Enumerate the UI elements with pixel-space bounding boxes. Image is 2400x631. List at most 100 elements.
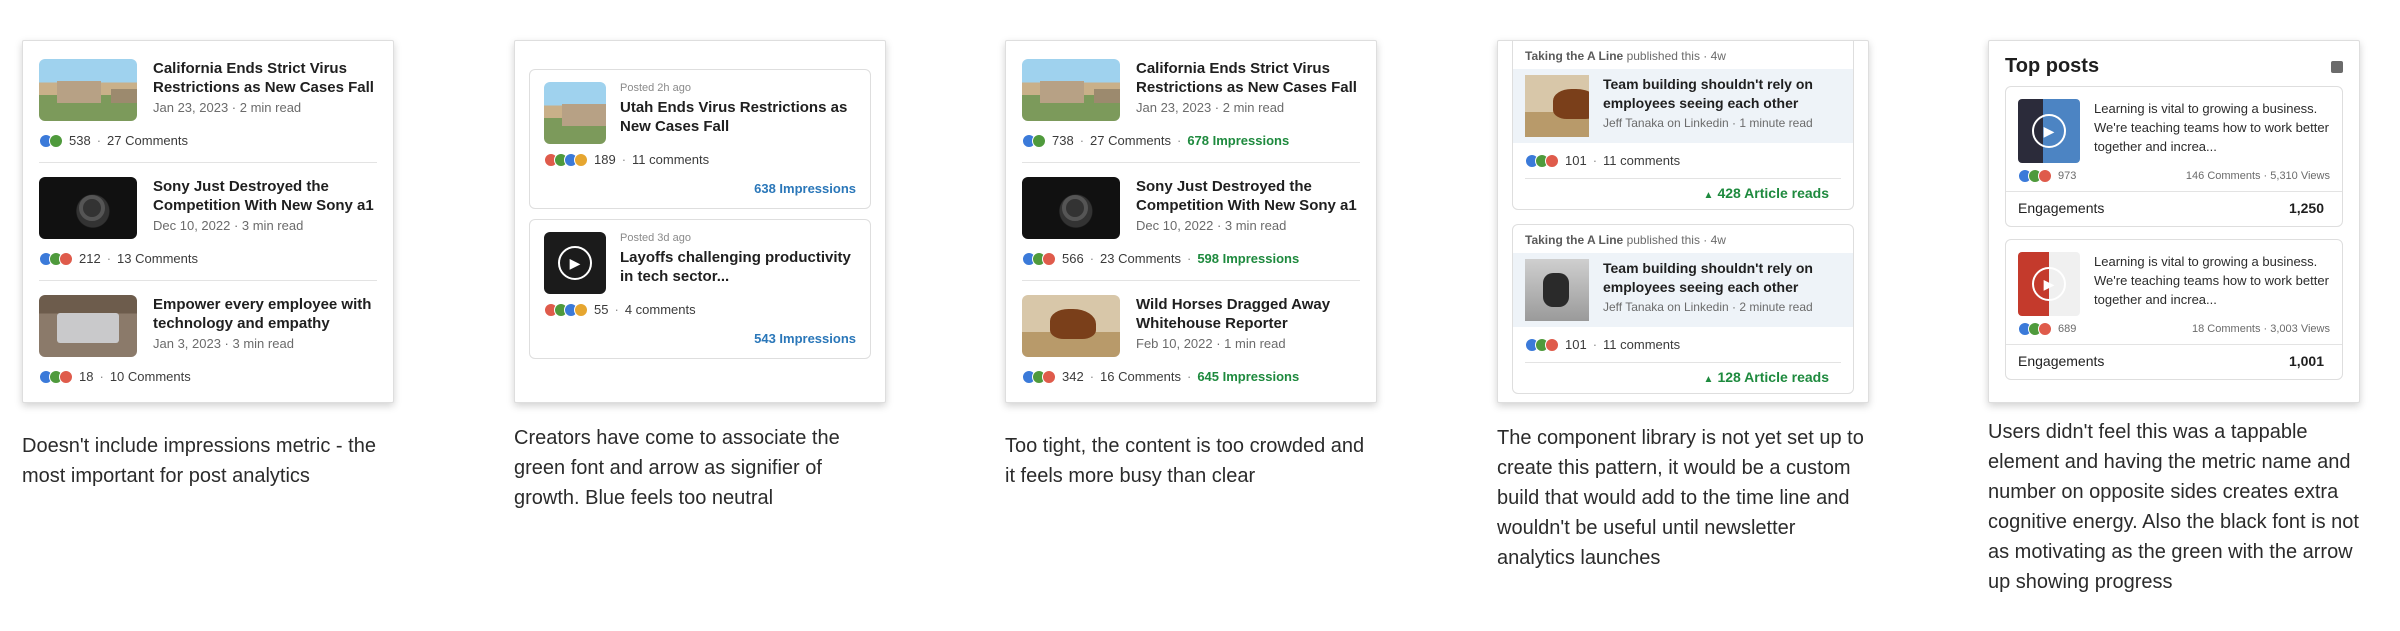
- post-stats: 212 · 13 Comments: [39, 251, 377, 266]
- article-reads[interactable]: ▲ 428 Article reads: [1525, 178, 1841, 209]
- reaction-count[interactable]: 689: [2058, 323, 2076, 335]
- post-item[interactable]: Wild Horses Dragged Away Whitehouse Repo…: [1022, 295, 1360, 357]
- separator-dot: ·: [1089, 369, 1095, 384]
- post-title[interactable]: Sony Just Destroyed the Competition With…: [1136, 177, 1360, 215]
- post-title[interactable]: Sony Just Destroyed the Competition With…: [153, 177, 377, 215]
- impressions-count[interactable]: 678 Impressions: [1187, 133, 1289, 148]
- post-stats: 189 · 11 comments: [544, 152, 856, 167]
- reaction-count[interactable]: 342: [1062, 369, 1084, 384]
- post-item[interactable]: California Ends Strict Virus Restriction…: [39, 59, 377, 121]
- play-icon: ▶: [2032, 267, 2066, 301]
- comment-count[interactable]: 27 Comments: [1090, 133, 1171, 148]
- post-title[interactable]: Utah Ends Virus Restrictions as New Case…: [620, 98, 856, 136]
- comment-count[interactable]: 11 comments: [632, 152, 709, 167]
- insightful-icon: [574, 302, 588, 317]
- article-title[interactable]: Team building shouldn't rely on employee…: [1603, 75, 1841, 113]
- option-2-caption: Creators have come to associate the gree…: [514, 427, 840, 509]
- separator-dot: ·: [1176, 133, 1182, 148]
- post-title[interactable]: California Ends Strict Virus Restriction…: [1136, 59, 1360, 97]
- post-stats: 973 146 Comments · 5,310 Views: [2006, 169, 2342, 191]
- article-card[interactable]: Taking the A Line published this · 4w Te…: [1512, 41, 1854, 210]
- post-title[interactable]: California Ends Strict Virus Restriction…: [153, 59, 377, 97]
- option-2-column: Posted 2h ago Utah Ends Virus Restrictio…: [514, 40, 886, 513]
- post-item[interactable]: Empower every employee with technology a…: [39, 295, 377, 357]
- reaction-count[interactable]: 18: [79, 369, 93, 384]
- comment-count[interactable]: 4 comments: [625, 302, 696, 317]
- post-text[interactable]: Learning is vital to growing a business.…: [2094, 252, 2330, 316]
- reaction-count[interactable]: 189: [594, 152, 616, 167]
- post-meta: Jan 3, 2023 · 3 min read: [153, 336, 294, 351]
- impressions-count[interactable]: 598 Impressions: [1197, 251, 1299, 266]
- post-item[interactable]: Sony Just Destroyed the Competition With…: [39, 177, 377, 239]
- post-stats: 566 · 23 Comments · 598 Impressions: [1022, 251, 1360, 266]
- post-stats: 538 · 27 Comments: [39, 133, 377, 148]
- earbuds-image: [1525, 259, 1589, 321]
- post-text[interactable]: Learning is vital to growing a business.…: [2094, 99, 2330, 163]
- post-item[interactable]: Sony Just Destroyed the Competition With…: [1022, 177, 1360, 239]
- reaction-count[interactable]: 566: [1062, 251, 1084, 266]
- publisher-name[interactable]: Taking the A Line: [1525, 49, 1623, 63]
- post-title[interactable]: Empower every employee with technology a…: [153, 295, 377, 333]
- reaction-count[interactable]: 212: [79, 251, 101, 266]
- post-stats: 342 · 16 Comments · 645 Impressions: [1022, 369, 1360, 384]
- insightful-icon: [574, 152, 588, 167]
- reaction-count[interactable]: 538: [69, 133, 91, 148]
- reaction-count[interactable]: 101: [1565, 337, 1587, 352]
- comment-count[interactable]: 13 Comments: [117, 251, 198, 266]
- info-icon[interactable]: [2331, 60, 2343, 73]
- love-icon: [59, 369, 73, 384]
- post-card[interactable]: Posted 2h ago Utah Ends Virus Restrictio…: [529, 69, 871, 209]
- comment-count[interactable]: 11 comments: [1603, 153, 1680, 168]
- impressions-count[interactable]: 645 Impressions: [1197, 369, 1299, 384]
- camera-image: [39, 177, 137, 239]
- reaction-count[interactable]: 973: [2058, 170, 2076, 182]
- reaction-count[interactable]: 101: [1565, 153, 1587, 168]
- post-title[interactable]: Layoffs challenging productivity in tech…: [620, 248, 856, 286]
- arrow-up-icon: ▲: [1703, 374, 1714, 385]
- published-time: published this · 4w: [1626, 233, 1726, 247]
- reaction-icons: [2018, 169, 2052, 183]
- post-title[interactable]: Wild Horses Dragged Away Whitehouse Repo…: [1136, 295, 1360, 333]
- city-image: [544, 82, 606, 144]
- article-title[interactable]: Team building shouldn't rely on employee…: [1603, 259, 1841, 297]
- reaction-count[interactable]: 738: [1052, 133, 1074, 148]
- love-icon: [1545, 337, 1559, 352]
- reaction-icons: [1525, 153, 1559, 168]
- article-preview[interactable]: Team building shouldn't rely on employee…: [1513, 253, 1853, 327]
- love-icon: [2038, 322, 2052, 336]
- post-card[interactable]: ▶ Posted 3d ago Layoffs challenging prod…: [529, 219, 871, 359]
- camera-image: [1022, 177, 1120, 239]
- reaction-icons: [1022, 133, 1046, 148]
- article-byline: Jeff Tanaka on Linkedin · 1 minute read: [1603, 116, 1813, 130]
- impressions-count[interactable]: 638 Impressions: [544, 181, 856, 196]
- top-post-card[interactable]: ▶ Learning is vital to growing a busines…: [2005, 239, 2343, 380]
- comment-count[interactable]: 11 comments: [1603, 337, 1680, 352]
- article-preview[interactable]: Team building shouldn't rely on employee…: [1513, 69, 1853, 143]
- impressions-count[interactable]: 543 Impressions: [544, 331, 856, 346]
- divider: [39, 162, 377, 163]
- comment-count[interactable]: 16 Comments: [1100, 369, 1181, 384]
- laptop-image: [39, 295, 137, 357]
- play-icon: ▶: [2032, 114, 2066, 148]
- comment-count[interactable]: 27 Comments: [107, 133, 188, 148]
- separator-dot: ·: [96, 133, 102, 148]
- separator-dot: ·: [1592, 337, 1598, 352]
- comments-views[interactable]: 18 Comments · 3,003 Views: [2192, 323, 2330, 335]
- article-card[interactable]: Taking the A Line published this · 4w Te…: [1512, 224, 1854, 394]
- option-2-mock: Posted 2h ago Utah Ends Virus Restrictio…: [514, 40, 886, 403]
- post-meta: Jan 23, 2023 · 2 min read: [1136, 100, 1285, 115]
- engagements-row: Engagements 1,001: [2006, 344, 2342, 379]
- comments-views[interactable]: 146 Comments · 5,310 Views: [2186, 170, 2330, 182]
- top-post-card[interactable]: ▶ Learning is vital to growing a busines…: [2005, 86, 2343, 227]
- reaction-count[interactable]: 55: [594, 302, 608, 317]
- publisher-line: Taking the A Line published this · 4w: [1513, 41, 1853, 69]
- comment-count[interactable]: 23 Comments: [1100, 251, 1181, 266]
- article-reads[interactable]: ▲ 128 Article reads: [1525, 362, 1841, 393]
- option-1-caption: Doesn't include impressions metric - the…: [22, 435, 376, 487]
- play-icon: ▶: [558, 246, 592, 280]
- top-posts-title: Top posts: [2005, 55, 2100, 77]
- comment-count[interactable]: 10 Comments: [110, 369, 191, 384]
- publisher-name[interactable]: Taking the A Line: [1525, 233, 1623, 247]
- city-image: [39, 59, 137, 121]
- post-item[interactable]: California Ends Strict Virus Restriction…: [1022, 59, 1360, 121]
